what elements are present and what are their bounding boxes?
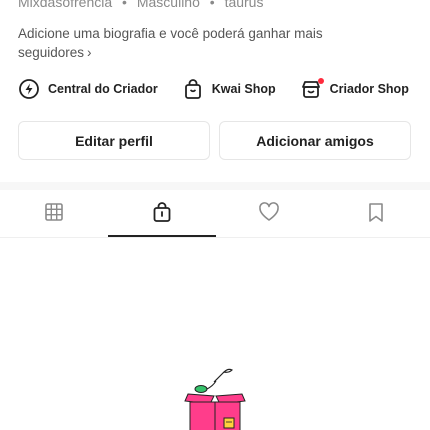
shopping-bag-icon <box>182 78 204 100</box>
tab-saved[interactable] <box>322 190 429 238</box>
profile-username: Mixdasofrencia <box>18 0 113 10</box>
tab-shop[interactable] <box>108 190 215 238</box>
bio-line-1: Adicione uma biografia e você poderá gan… <box>18 26 323 41</box>
bio-prompt[interactable]: Adicione uma biografia e você poderá gan… <box>18 24 378 62</box>
profile-gender: Masculino <box>136 0 200 10</box>
grid-icon <box>43 201 65 228</box>
bio-line-2: seguidores <box>18 45 85 60</box>
notification-dot <box>317 78 324 84</box>
empty-shop-illustration <box>180 366 250 430</box>
shortcut-label: Criador Shop <box>329 82 409 96</box>
chevron-right-icon: › <box>87 45 92 60</box>
shortcut-label: Central do Criador <box>48 82 158 96</box>
shortcut-label: Kwai Shop <box>211 82 276 96</box>
tab-likes[interactable] <box>215 190 322 238</box>
active-tab-indicator <box>108 235 216 237</box>
edit-profile-button[interactable]: Editar perfil <box>18 121 210 160</box>
profile-meta-line: Mixdasofrencia • Masculino • taurus <box>18 0 263 10</box>
profile-tabs <box>0 190 430 238</box>
section-divider <box>0 182 430 190</box>
separator-dot: • <box>209 0 215 10</box>
shopping-bag-icon <box>150 200 174 229</box>
shortcuts-row: Central do Criador Kwai Shop Criador Sho… <box>18 78 409 100</box>
shortcut-kwai-shop[interactable]: Kwai Shop <box>182 78 276 100</box>
bookmark-icon <box>365 201 387 228</box>
bulb-icon <box>18 78 40 100</box>
shortcut-creator-shop[interactable]: Criador Shop <box>300 78 409 100</box>
creator-shop-icon <box>300 78 324 100</box>
shortcut-creator-center[interactable]: Central do Criador <box>18 78 158 100</box>
separator-dot: • <box>122 0 127 10</box>
tab-grid[interactable] <box>0 190 107 238</box>
profile-sign: taurus <box>224 0 264 10</box>
add-friends-button[interactable]: Adicionar amigos <box>219 121 411 160</box>
heart-icon <box>257 200 281 229</box>
